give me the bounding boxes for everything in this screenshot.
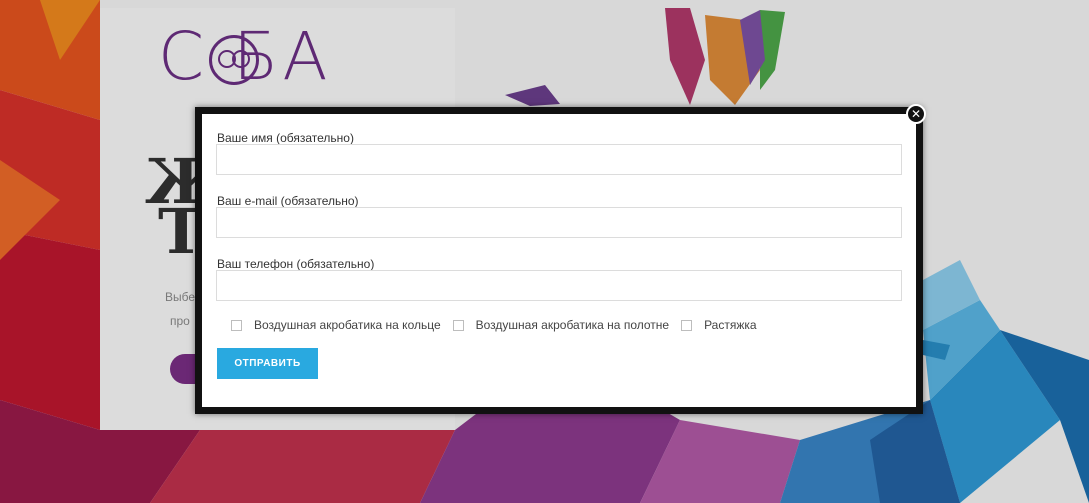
checkbox-label: Воздушная акробатика на кольце bbox=[254, 318, 441, 332]
checkbox-label: Воздушная акробатика на полотне bbox=[475, 318, 670, 332]
close-icon[interactable]: ✕ bbox=[906, 104, 926, 124]
activity-checkboxes: Воздушная акробатика на кольце Воздушная… bbox=[231, 317, 769, 333]
name-field[interactable] bbox=[216, 144, 902, 175]
checkbox-silk-acrobatics[interactable]: Воздушная акробатика на полотне bbox=[452, 318, 670, 332]
checkbox-stretching[interactable]: Растяжка bbox=[681, 318, 757, 332]
email-field-label: Ваш e-mail (обязательно) bbox=[217, 194, 359, 208]
phone-field[interactable] bbox=[216, 270, 902, 301]
phone-field-label: Ваш телефон (обязательно) bbox=[217, 257, 375, 271]
name-field-label: Ваше имя (обязательно) bbox=[217, 131, 354, 145]
checkbox[interactable] bbox=[452, 319, 464, 331]
checkbox-ring-acrobatics[interactable]: Воздушная акробатика на кольце bbox=[231, 318, 441, 332]
email-field[interactable] bbox=[216, 207, 902, 238]
checkbox-label: Растяжка bbox=[704, 318, 757, 332]
checkbox[interactable] bbox=[231, 319, 242, 331]
checkbox[interactable] bbox=[681, 319, 693, 331]
submit-button[interactable]: ОТПРАВИТЬ bbox=[217, 348, 318, 379]
